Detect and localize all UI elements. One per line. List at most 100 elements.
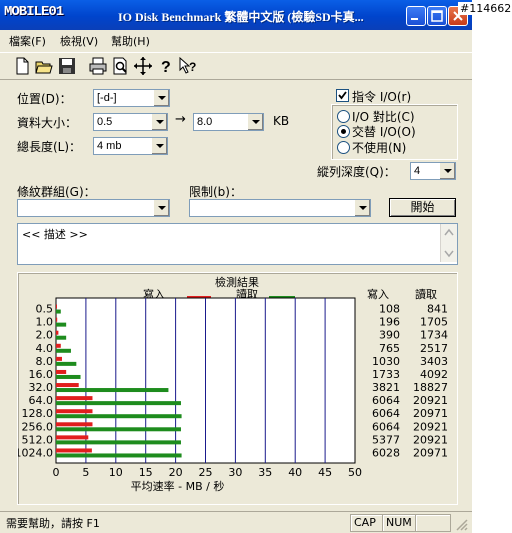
write-value: 390 xyxy=(379,329,400,342)
read-value: 18827 xyxy=(413,381,448,394)
move-button[interactable] xyxy=(133,56,153,76)
y-tick-label: 64.0 xyxy=(29,394,54,407)
x-tick-label: 50 xyxy=(348,466,362,479)
y-tick-label: 128.0 xyxy=(22,407,54,420)
direct-io-checkbox[interactable] xyxy=(336,89,349,102)
app-logo: MOBILE01 xyxy=(4,4,64,20)
alt-io-label: 交替 I/O(O) xyxy=(352,125,416,139)
x-tick-label: 5 xyxy=(82,466,89,479)
help-icon: ? xyxy=(161,59,171,76)
chart-title: 檢測結果 xyxy=(215,275,259,289)
bar-write xyxy=(56,356,62,361)
x-tick-label: 30 xyxy=(228,466,242,479)
bar-read xyxy=(56,388,169,393)
chevron-down-icon[interactable] xyxy=(151,114,167,130)
preview-icon xyxy=(113,57,127,75)
chevron-down-icon[interactable] xyxy=(151,138,167,154)
write-value: 765 xyxy=(379,342,400,355)
limit-select[interactable] xyxy=(189,199,371,217)
size-from-select[interactable]: 0.5 xyxy=(93,113,168,131)
description-box[interactable]: << 描述 >> xyxy=(17,223,458,265)
x-tick-label: 35 xyxy=(258,466,272,479)
chevron-down-icon[interactable] xyxy=(153,200,169,216)
position-select[interactable]: [-d-] xyxy=(93,89,170,107)
io-compare-radio[interactable] xyxy=(337,110,350,123)
x-tick-label: 10 xyxy=(109,466,123,479)
alt-io-radio[interactable] xyxy=(337,125,350,138)
y-tick-label: 16.0 xyxy=(29,368,54,381)
x-tick-label: 20 xyxy=(169,466,183,479)
read-value: 841 xyxy=(427,303,448,316)
bar-write xyxy=(56,304,57,309)
write-value: 3821 xyxy=(372,381,400,394)
bar-write xyxy=(56,448,92,453)
bar-read xyxy=(56,361,77,366)
bar-write xyxy=(56,383,79,388)
queue-label: 縱列深度(Q)： xyxy=(317,165,396,179)
maximize-button[interactable] xyxy=(427,6,447,26)
description-scrollbar[interactable] xyxy=(440,224,457,262)
queue-select[interactable]: 4 xyxy=(410,162,456,180)
chevron-down-icon[interactable] xyxy=(354,200,370,216)
save-button[interactable] xyxy=(57,56,77,76)
x-tick-label: 25 xyxy=(199,466,213,479)
print-button[interactable] xyxy=(88,56,108,76)
toolbar: ? ? xyxy=(0,52,472,80)
bar-write xyxy=(56,317,58,322)
new-button[interactable] xyxy=(12,56,32,76)
bar-write xyxy=(56,435,89,440)
bar-read xyxy=(56,453,182,458)
stripe-select[interactable] xyxy=(17,199,170,217)
length-select[interactable]: 4 mb xyxy=(93,137,168,155)
description-text: << 描述 >> xyxy=(22,228,88,241)
limit-label: 限制(b)： xyxy=(189,185,242,199)
bar-read xyxy=(56,414,182,419)
chevron-down-icon[interactable] xyxy=(439,163,455,179)
write-value: 5377 xyxy=(372,433,400,446)
scroll-arrows-icon xyxy=(444,228,454,258)
read-value: 20971 xyxy=(413,446,448,459)
menu-view[interactable]: 檢視(V) xyxy=(60,33,98,49)
preview-button[interactable] xyxy=(110,56,130,76)
new-icon xyxy=(16,57,29,75)
svg-text:?: ? xyxy=(161,59,171,76)
context-help-icon: ? xyxy=(179,56,196,74)
menu-file[interactable]: 檔案(F) xyxy=(9,33,46,49)
x-tick-label: 15 xyxy=(139,466,153,479)
bar-write xyxy=(56,369,67,374)
x-tick-label: 45 xyxy=(318,466,332,479)
chevron-down-icon[interactable] xyxy=(247,114,263,130)
svg-text:?: ? xyxy=(189,60,196,74)
context-help-button[interactable]: ? xyxy=(178,56,198,76)
range-arrow: → xyxy=(175,112,186,127)
start-button[interactable]: 開始 xyxy=(389,198,456,217)
bar-read xyxy=(56,335,67,340)
title-bar[interactable]: MOBILE01 IO Disk Benchmark 繁體中文版 (檢驗SD卡真… xyxy=(0,0,472,30)
column-write-header: 寫入 xyxy=(367,287,389,301)
read-value: 20971 xyxy=(413,407,448,420)
minimize-button[interactable] xyxy=(406,6,426,26)
read-value: 2517 xyxy=(420,342,448,355)
chevron-down-icon[interactable] xyxy=(153,90,169,106)
write-value: 108 xyxy=(379,303,400,316)
bar-read xyxy=(56,427,181,432)
menu-help[interactable]: 幫助(H) xyxy=(111,33,150,49)
bar-write xyxy=(56,422,93,427)
status-text: 需要幫助，請按 F1 xyxy=(6,517,100,530)
size-to-select[interactable]: 8.0 xyxy=(193,113,264,131)
write-value: 6064 xyxy=(372,394,400,407)
open-button[interactable] xyxy=(34,56,54,76)
not-used-radio[interactable] xyxy=(337,141,350,154)
length-label: 總長度(L)： xyxy=(17,140,82,154)
scroll-indicator xyxy=(415,514,451,532)
read-value: 1705 xyxy=(420,316,448,329)
position-label: 位置(D)： xyxy=(17,92,72,106)
y-tick-label: 1.0 xyxy=(36,316,54,329)
size-label: 資料大小： xyxy=(17,116,78,130)
result-panel: 檢測結果 寫入 讀取 寫入 讀取 0 5 10 15 20 25 30 35 40 45 50 平均速率 - M… xyxy=(15,272,458,505)
help-button[interactable]: ? xyxy=(156,56,176,76)
y-tick-label: 256.0 xyxy=(22,420,54,433)
cap-indicator: CAP xyxy=(350,514,383,532)
print-icon xyxy=(89,57,107,75)
bar-read xyxy=(56,374,81,379)
